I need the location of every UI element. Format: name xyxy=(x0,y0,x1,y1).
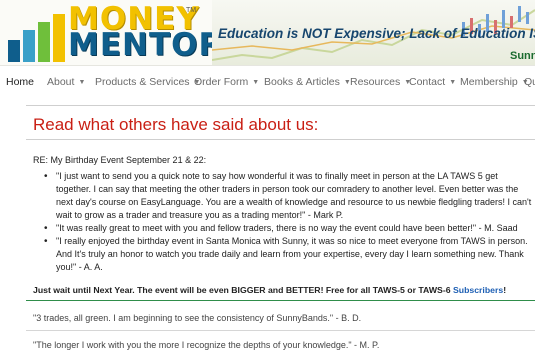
promo-end: ! xyxy=(503,285,507,295)
event-heading: RE: My Birthday Event September 21 & 22: xyxy=(33,155,207,165)
nav-label: Membership xyxy=(460,76,518,88)
nav-item-contact[interactable]: Contact ▼ xyxy=(409,76,456,88)
nav-label: About xyxy=(47,76,75,88)
nav-label: Resources xyxy=(350,76,401,88)
quote-item: "The longer I work with you the more I r… xyxy=(33,340,380,350)
nav-label: Order Form xyxy=(194,76,249,88)
divider xyxy=(26,105,535,106)
nav-item-resources[interactable]: Resources ▼ xyxy=(350,76,411,88)
nav-label: Books & Articles xyxy=(264,76,340,88)
green-divider xyxy=(26,300,535,301)
nav-item-membership[interactable]: Membership ▼ xyxy=(460,76,529,88)
promo-text: Just wait until Next Year. The event wil… xyxy=(33,285,506,295)
promo-body: Just wait until Next Year. The event wil… xyxy=(33,285,453,295)
caret-down-icon: ▼ xyxy=(449,79,457,86)
nav-label: Home xyxy=(6,76,35,88)
caret-down-icon: ▼ xyxy=(78,79,86,86)
nav-item-products-services[interactable]: Products & Services ▼ xyxy=(95,76,200,88)
nav-item-about[interactable]: About ▼ xyxy=(47,76,85,88)
nav-item-truncated[interactable]: Qu xyxy=(524,76,535,88)
nav-item-home[interactable]: Home xyxy=(6,76,34,88)
subscribers-link[interactable]: Subscribers xyxy=(453,285,503,295)
divider xyxy=(26,139,535,140)
main-nav: Home About ▼ Products & Services ▼ Order F… xyxy=(0,72,535,94)
logo-mentor-text[interactable]: MENTOR xyxy=(68,30,223,61)
banner-tagline: Education is NOT Expensive; Lack of Educ… xyxy=(218,26,535,41)
nav-label: Qu xyxy=(524,76,535,88)
nav-label: Contact xyxy=(409,76,446,88)
caret-down-icon: ▼ xyxy=(252,79,260,86)
testimonial-item: "I really enjoyed the birthday event in … xyxy=(44,235,532,274)
testimonial-item: "I just want to send you a quick note to… xyxy=(44,170,532,222)
divider xyxy=(26,330,535,331)
nav-item-order-form[interactable]: Order Form ▼ xyxy=(194,76,259,88)
nav-label: Products & Services xyxy=(95,76,190,88)
page-title: Read what others have said about us: xyxy=(33,115,319,134)
nav-item-books-articles[interactable]: Books & Articles ▼ xyxy=(264,76,351,88)
banner-subtext: Sunn xyxy=(510,50,535,62)
quote-item: "3 trades, all green. I am beginning to … xyxy=(33,313,362,323)
logo-trademark: TM xyxy=(186,7,197,14)
site-header: MONEY MENTOR TM Education is NOT Expensi… xyxy=(0,0,535,66)
testimonial-list: "I just want to send you a quick note to… xyxy=(44,170,532,274)
logo-bars-icon[interactable] xyxy=(8,14,68,62)
testimonial-item: "It was really great to meet with you an… xyxy=(44,222,532,235)
